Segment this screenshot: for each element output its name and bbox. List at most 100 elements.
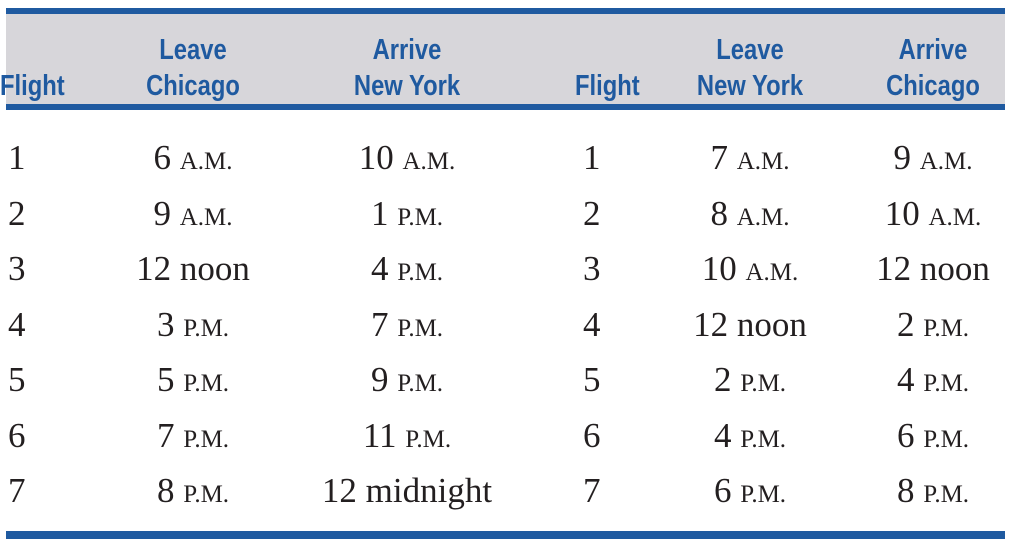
cell-number: 4 [583, 304, 601, 344]
cell-unit: P.M. [397, 314, 444, 342]
cell-number: 6 [153, 138, 171, 177]
cell-unit: P.M. [923, 481, 970, 508]
cell-unit: A.M. [736, 203, 790, 231]
cell-number: 8 [710, 193, 728, 233]
cell-unit: P.M. [397, 259, 444, 286]
cell-number: 9 [153, 193, 171, 233]
cell-leave-chicago: 6 A.M. [83, 138, 303, 182]
cell-number: 9 [893, 138, 911, 177]
cell-number: 5 [156, 360, 175, 399]
cell-unit: P.M. [183, 370, 230, 397]
cell-number: 1 [370, 193, 389, 233]
cell-number: 6 [713, 471, 732, 510]
cell-number: 2 [583, 193, 601, 233]
cell-unit: P.M. [397, 370, 444, 397]
cell-number: 10 [358, 138, 394, 177]
cell-arrive-chicago: 10 A.M. [823, 194, 1024, 238]
cell-number: 4 [896, 360, 915, 399]
cell-arrive-new-york: 11 P.M. [297, 416, 517, 460]
header-leave-new-york: Leave New York [668, 24, 832, 104]
header-line: Chicago [146, 70, 240, 102]
cell-flight-return: 3 [583, 249, 601, 289]
cell-leave-chicago: 12 noon [83, 249, 303, 289]
header-line: New York [353, 70, 461, 102]
cell-arrive-chicago: 6 P.M. [823, 416, 1024, 460]
cell-unit: midnight [365, 471, 493, 510]
cell-arrive-chicago: 4 P.M. [823, 360, 1024, 404]
cell-unit: A.M. [179, 203, 233, 231]
header-flight-return: Flight [575, 24, 640, 104]
header-line: Arrive [372, 34, 442, 66]
cell-unit: A.M. [928, 203, 982, 231]
cell-flight-return: 4 [583, 305, 601, 345]
cell-number: 8 [156, 471, 175, 510]
cell-number: 3 [8, 249, 26, 288]
cell-flight: 1 [8, 138, 26, 178]
cell-flight: 3 [8, 249, 26, 289]
cell-number: 12 [136, 249, 172, 288]
cell-flight-return: 1 [583, 138, 601, 178]
header-arrive-new-york: Arrive New York [325, 24, 489, 104]
cell-arrive-chicago: 9 A.M. [823, 138, 1024, 182]
cell-arrive-new-york: 7 P.M. [297, 305, 517, 349]
cell-number: 7 [710, 138, 728, 177]
cell-number: 7 [370, 304, 389, 344]
cell-number: 7 [156, 415, 175, 455]
cell-arrive-chicago: 2 P.M. [823, 305, 1024, 349]
cell-unit: A.M. [736, 148, 790, 175]
cell-arrive-new-york: 10 A.M. [297, 138, 517, 182]
cell-flight-return: 2 [583, 194, 601, 234]
cell-number: 10 [884, 193, 920, 233]
cell-leave-chicago: 5 P.M. [83, 360, 303, 404]
cell-flight-return: 7 [583, 471, 601, 511]
cell-number: 4 [370, 249, 389, 288]
cell-number: 12 [876, 249, 912, 288]
cell-flight: 7 [8, 471, 26, 511]
cell-unit: A.M. [179, 148, 233, 175]
cell-number: 1 [8, 138, 26, 177]
cell-leave-chicago: 3 P.M. [83, 305, 303, 349]
cell-leave-chicago: 8 P.M. [83, 471, 303, 515]
cell-number: 9 [370, 360, 389, 399]
cell-number: 4 [713, 415, 732, 455]
cell-unit: noon [919, 249, 990, 288]
cell-unit: noon [179, 249, 250, 288]
cell-unit: P.M. [740, 370, 787, 397]
cell-flight: 2 [8, 194, 26, 234]
cell-unit: P.M. [740, 425, 787, 453]
header-bottom-rule [6, 104, 1005, 110]
cell-number: 10 [701, 249, 737, 288]
cell-number: 3 [156, 304, 175, 344]
cell-arrive-chicago: 8 P.M. [823, 471, 1024, 515]
cell-arrive-new-york: 1 P.M. [297, 194, 517, 238]
cell-unit: P.M. [405, 425, 452, 453]
header-line: New York [696, 70, 804, 102]
bottom-rule [6, 531, 1005, 539]
cell-flight-return: 5 [583, 360, 601, 400]
cell-number: 6 [896, 415, 915, 455]
cell-number: 3 [583, 249, 601, 288]
cell-unit: A.M. [745, 259, 799, 286]
cell-number: 4 [8, 304, 26, 344]
cell-flight: 6 [8, 416, 26, 456]
header-line: Flight [0, 70, 65, 102]
cell-unit: P.M. [923, 370, 970, 397]
cell-arrive-new-york: 9 P.M. [297, 360, 517, 404]
cell-unit: P.M. [923, 425, 970, 453]
cell-number: 1 [583, 138, 601, 177]
cell-flight: 5 [8, 360, 26, 400]
cell-number: 5 [8, 360, 26, 399]
header-line: Flight [575, 70, 640, 102]
cell-number: 6 [8, 415, 26, 455]
cell-number: 2 [713, 360, 732, 399]
header-leave-chicago: Leave Chicago [111, 24, 275, 104]
cell-number: 2 [896, 304, 915, 344]
cell-unit: P.M. [740, 481, 787, 508]
cell-arrive-new-york: 4 P.M. [297, 249, 517, 293]
cell-number: 5 [583, 360, 601, 399]
cell-flight-return: 6 [583, 416, 601, 456]
header-line: Leave [716, 34, 784, 66]
header-arrive-chicago: Arrive Chicago [851, 24, 1015, 104]
cell-number: 12 [693, 304, 729, 344]
header-flight: Flight [0, 24, 65, 104]
